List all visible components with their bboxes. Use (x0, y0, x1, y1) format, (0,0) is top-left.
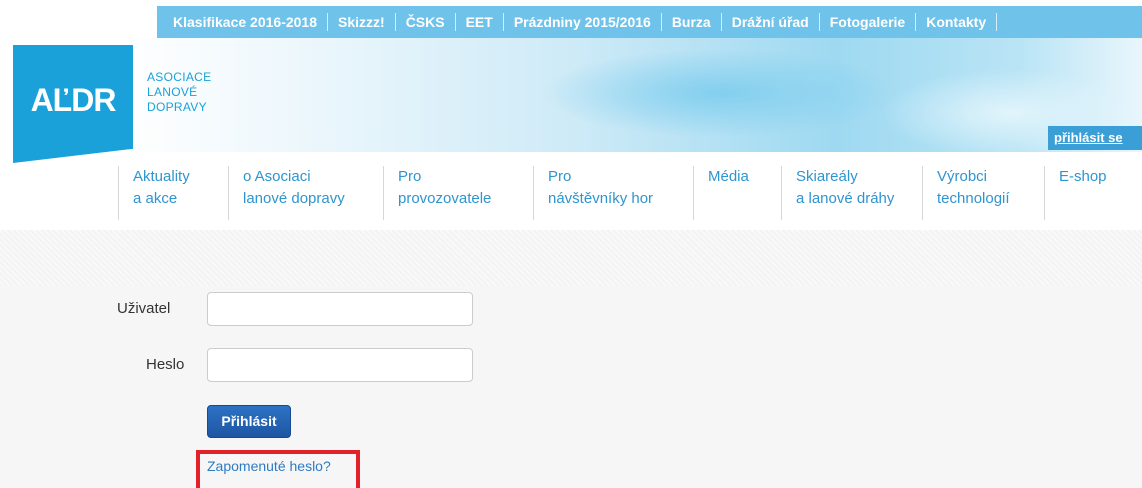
nav-item-label: Aktuality (133, 168, 190, 185)
logo[interactable]: AĽDR (13, 45, 133, 163)
top-link-burza[interactable]: Burza (662, 13, 722, 31)
nav-item-pro-provozovatele[interactable]: Pro provozovatele (383, 166, 533, 220)
password-label: Heslo (146, 356, 185, 373)
nav-item-label: a akce (133, 190, 178, 207)
logo-mark: AĽDR (30, 81, 117, 118)
nav-item-label: Skiareály (796, 168, 858, 185)
password-input[interactable] (207, 348, 473, 382)
nav-item-label: o Asociaci (243, 168, 311, 185)
banner-decoration (540, 48, 900, 138)
nav-item-label: provozovatele (398, 190, 492, 207)
top-link-bar: Klasifikace 2016-2018 Skizzz! ČSKS EET P… (157, 6, 1142, 38)
username-input[interactable] (207, 292, 473, 326)
nav-item-label: technologií (937, 190, 1010, 207)
content-header-band (0, 230, 1142, 286)
top-link-drazni-urad[interactable]: Drážní úřad (722, 13, 820, 31)
org-name-line: LANOVÉ (147, 85, 198, 99)
header-banner (120, 38, 1142, 152)
forgot-password-link[interactable]: Zapomenuté heslo? (207, 458, 331, 474)
top-link-fotogalerie[interactable]: Fotogalerie (820, 13, 917, 31)
login-form (0, 286, 1142, 488)
nav-item-label: lanové dopravy (243, 190, 345, 207)
nav-item-label: Pro (548, 168, 572, 185)
org-name-line: ASOCIACE (147, 70, 212, 84)
nav-item-label: návštěvníky hor (548, 190, 654, 207)
main-navigation: Aktuality a akce o Asociaci lanové dopra… (118, 166, 1142, 220)
top-link-eet[interactable]: EET (456, 13, 504, 31)
login-button[interactable]: Přihlásit (207, 405, 291, 438)
nav-item-label: Média (708, 168, 749, 185)
login-tab-link[interactable]: přihlásit se (1048, 126, 1142, 150)
nav-item-o-asociaci[interactable]: o Asociaci lanové dopravy (228, 166, 383, 220)
top-link-skizzz[interactable]: Skizzz! (328, 13, 396, 31)
nav-item-skiarealy[interactable]: Skiareály a lanové dráhy (781, 166, 922, 220)
top-link-kontakty[interactable]: Kontakty (916, 13, 998, 31)
nav-item-media[interactable]: Média (693, 166, 781, 220)
org-name-line: DOPRAVY (147, 100, 207, 114)
top-link-csks[interactable]: ČSKS (396, 13, 456, 31)
nav-item-eshop[interactable]: E-shop (1044, 166, 1142, 220)
nav-item-pro-navstevniky[interactable]: Pro návštěvníky hor (533, 166, 693, 220)
nav-item-label: Pro (398, 168, 422, 185)
top-link-prazdniny[interactable]: Prázdniny 2015/2016 (504, 13, 662, 31)
nav-item-label: a lanové dráhy (796, 190, 895, 207)
top-link-klasifikace[interactable]: Klasifikace 2016-2018 (157, 13, 328, 31)
nav-item-vyrobci[interactable]: Výrobci technologií (922, 166, 1044, 220)
nav-item-label: E-shop (1059, 168, 1107, 185)
nav-item-label: Výrobci (937, 168, 988, 185)
nav-item-aktuality[interactable]: Aktuality a akce (118, 166, 228, 220)
username-label: Uživatel (117, 300, 171, 317)
organization-name: ASOCIACE LANOVÉ DOPRAVY (147, 70, 211, 115)
